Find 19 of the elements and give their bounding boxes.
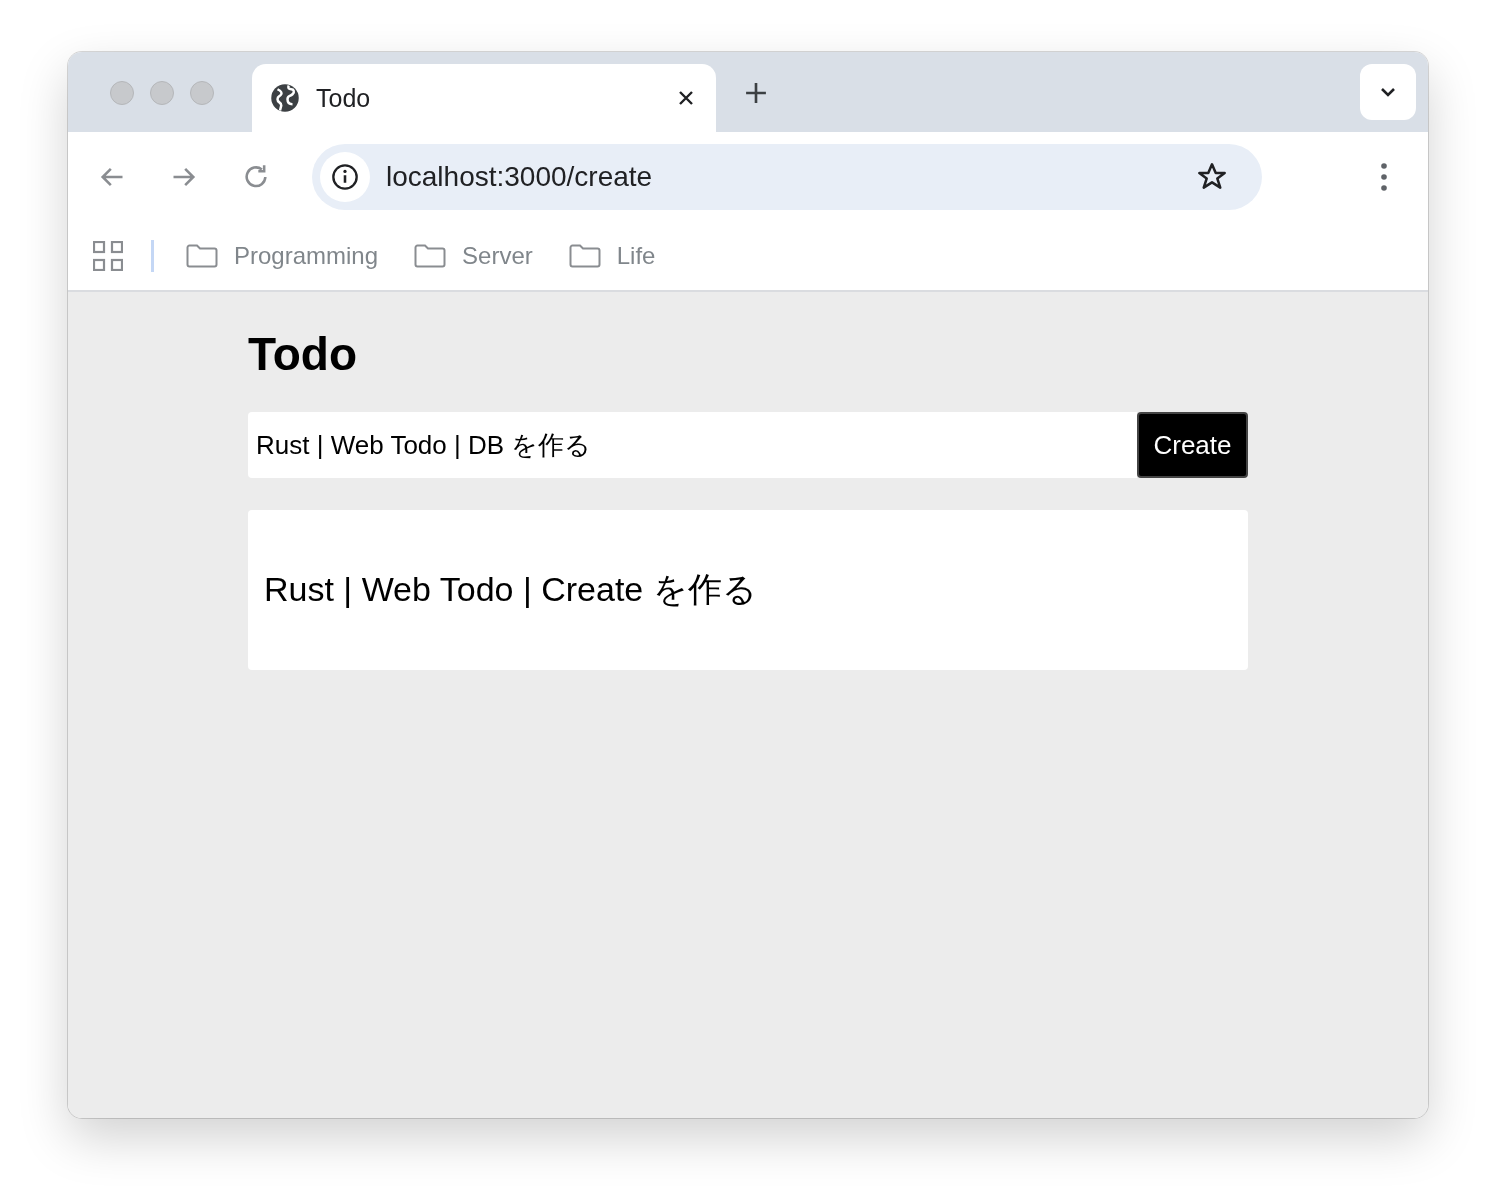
address-bar[interactable]: localhost:3000/create	[312, 144, 1262, 210]
new-tab-icon[interactable]	[745, 82, 767, 104]
browser-tab[interactable]: Todo	[252, 64, 716, 132]
create-button[interactable]: Create	[1137, 412, 1248, 478]
globe-icon	[270, 83, 300, 113]
page-heading: Todo	[248, 327, 358, 382]
folder-icon	[568, 244, 601, 268]
bookmark-folder[interactable]: Server	[414, 242, 533, 270]
url-text: localhost:3000/create	[386, 161, 654, 193]
tab-title: Todo	[316, 83, 372, 113]
apps-grid-icon[interactable]	[93, 241, 123, 271]
folder-icon	[414, 244, 447, 268]
input-field[interactable]: Rust | Web Todo | DB を作る	[248, 412, 1137, 478]
info-icon[interactable]	[331, 163, 359, 191]
menu-icon[interactable]	[1380, 162, 1388, 192]
bookmark-folder[interactable]: Programming	[186, 242, 379, 270]
todo-text: Rust | Web Todo | Create を作る	[264, 569, 757, 610]
bookmark-folder[interactable]: Life	[568, 242, 656, 270]
folder-icon	[186, 244, 218, 268]
